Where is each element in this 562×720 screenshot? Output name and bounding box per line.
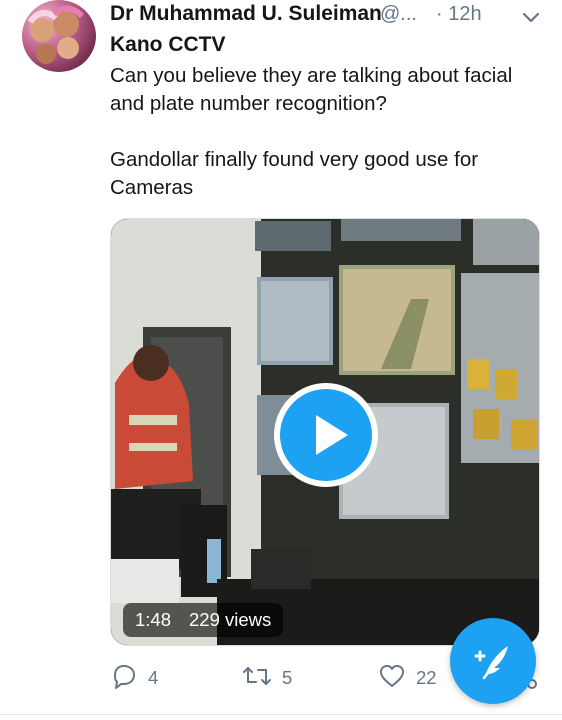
video-meta-overlay: 1:48 229 views	[123, 603, 284, 637]
retweet-icon	[242, 662, 272, 695]
tweet-text-line: Cameras	[110, 176, 194, 199]
reply-button[interactable]: 4	[110, 660, 158, 696]
tweet-title: Kano CCTV	[110, 33, 226, 56]
video-duration: 1:48	[135, 609, 172, 630]
video-view-count: 229 views	[189, 609, 272, 630]
chevron-down-icon[interactable]	[520, 6, 542, 28]
like-button[interactable]: 22	[378, 660, 437, 696]
tweet-text-line: and plate number recognition?	[110, 92, 387, 115]
tweet-header: Dr Muhammad U. Suleiman @... · 12h	[110, 2, 550, 30]
tweet-text-line	[110, 118, 550, 146]
play-icon[interactable]	[280, 389, 372, 481]
compose-tweet-button[interactable]	[450, 618, 536, 704]
tweet-timestamp[interactable]: · 12h	[436, 3, 482, 26]
author-name[interactable]: Dr Muhammad U. Suleiman	[110, 2, 382, 26]
tweet[interactable]: Dr Muhammad U. Suleiman @... · 12h Kano …	[0, 0, 562, 720]
video-player[interactable]: 1:48 229 views	[110, 218, 540, 646]
like-count: 22	[416, 667, 437, 688]
play-button[interactable]	[274, 383, 378, 487]
reply-icon	[110, 662, 138, 695]
retweet-count: 5	[282, 667, 293, 688]
reply-count: 4	[148, 667, 159, 688]
author-handle[interactable]: @...	[380, 3, 417, 26]
divider	[0, 714, 562, 715]
tweet-text: Can you believe they are talking about f…	[110, 62, 550, 202]
heart-icon	[378, 662, 406, 695]
tweet-text-line: Gandollar finally found very good use fo…	[110, 148, 479, 171]
author-avatar[interactable]	[22, 0, 96, 72]
tweet-text-line: Can you believe they are talking about f…	[110, 64, 513, 87]
retweet-button[interactable]: 5	[242, 660, 292, 696]
